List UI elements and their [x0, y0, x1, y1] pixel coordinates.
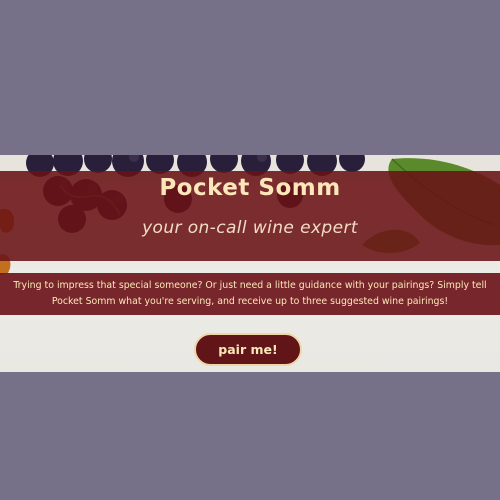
page-subtitle: your on-call wine expert — [142, 218, 358, 238]
page-title: Pocket Somm — [159, 175, 341, 201]
intro-description: Trying to impress that special someone? … — [13, 280, 487, 307]
pair-me-button[interactable]: pair me! — [194, 333, 302, 366]
hero-section: Pocket Somm your on-call wine expert Try… — [0, 155, 500, 372]
